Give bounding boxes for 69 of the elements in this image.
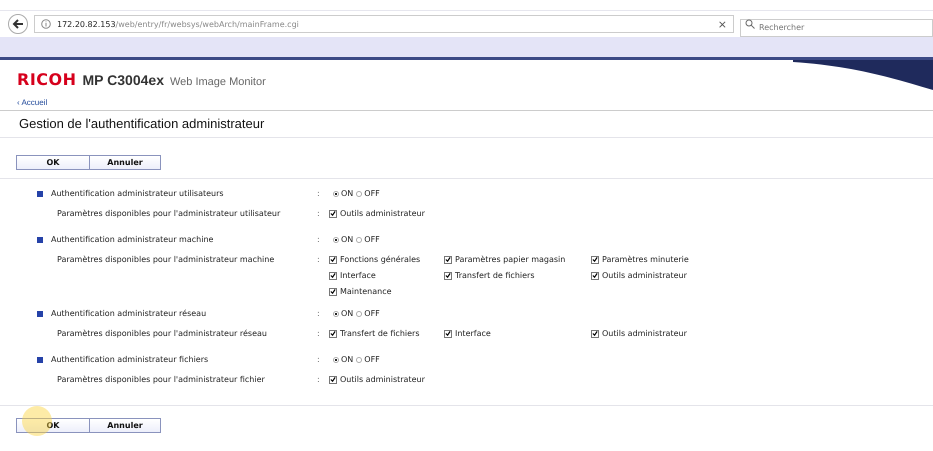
colon-separator: : (317, 209, 321, 218)
bullet-icon (37, 310, 43, 316)
checkmark-icon (330, 272, 336, 279)
checkbox-option[interactable]: Maintenance (329, 287, 444, 296)
page-title: Gestion de l'authentification administrateur (19, 116, 266, 131)
checkbox-option[interactable]: Transfert de fichiers (444, 271, 591, 280)
colon-separator: : (317, 329, 321, 338)
setting-label: Authentification administrateur réseau (51, 309, 206, 318)
colon-separator: : (317, 255, 321, 264)
bullet-icon (37, 236, 43, 242)
setting-label: Authentification administrateur fichiers (51, 355, 208, 364)
checkmark-icon (330, 288, 336, 295)
checkbox-option[interactable]: Outils administrateur (329, 209, 444, 218)
radio-option[interactable]: OFF (356, 309, 380, 318)
clear-button[interactable]: × (718, 18, 727, 30)
colon-separator: : (317, 309, 321, 318)
setting-sublabel: Paramètres disponibles pour l'administrateur fichier (57, 375, 265, 384)
checkbox-option[interactable]: Outils administrateur (591, 329, 741, 338)
form-button[interactable]: OK (16, 155, 89, 170)
checkmark-icon (330, 330, 336, 337)
checkmark-icon (330, 210, 336, 217)
setting-label: Authentification administrateur utilisateurs (51, 189, 224, 198)
checkmark-icon (592, 272, 598, 279)
address-bar[interactable]: 172.20.82.153/web/entry/fr/websys/webArch/mainFrame.cgi × (34, 15, 734, 33)
model-name: MP C3004ex (82, 72, 164, 88)
form-button[interactable]: Annuler (89, 155, 161, 170)
radio-option[interactable]: ON (333, 189, 354, 198)
checkbox-option[interactable]: Interface (444, 329, 591, 338)
colon-separator: : (317, 235, 321, 244)
checkbox-option[interactable]: Transfert de fichiers (329, 329, 444, 338)
brand-logo: RICOH (17, 70, 77, 89)
checkbox-option[interactable]: Interface (329, 271, 444, 280)
checkmark-icon (592, 256, 598, 263)
checkbox-option[interactable]: Outils administrateur (329, 375, 444, 384)
radio-option[interactable]: OFF (356, 355, 380, 364)
checkmark-icon (445, 272, 451, 279)
checkmark-icon (445, 330, 451, 337)
back-arrow-icon (12, 18, 24, 30)
setting-sublabel: Paramètres disponibles pour l'administrateur machine (57, 255, 274, 264)
url-text: 172.20.82.153/web/entry/fr/websys/webArch/mainFrame.cgi (57, 20, 300, 28)
home-link[interactable]: ‹ Accueil (17, 98, 48, 107)
back-button[interactable] (8, 14, 28, 34)
radio-option[interactable]: OFF (356, 189, 380, 198)
colon-separator: : (317, 355, 321, 364)
checkbox-option[interactable]: Outils administrateur (591, 271, 741, 280)
bullet-icon (37, 356, 43, 362)
checkmark-icon (592, 330, 598, 337)
radio-option[interactable]: ON (333, 235, 354, 244)
form-button[interactable]: Annuler (89, 418, 161, 433)
bullet-icon (37, 190, 43, 196)
setting-label: Authentification administrateur machine (51, 235, 214, 244)
checkmark-icon (330, 256, 336, 263)
checkbox-option[interactable]: Paramètres minuterie (591, 255, 741, 264)
search-field[interactable]: Rechercher (740, 18, 933, 36)
checkbox-option[interactable]: Paramètres papier magasin (444, 255, 591, 264)
form-button[interactable]: OK (16, 418, 89, 433)
setting-sublabel: Paramètres disponibles pour l'administrateur utilisateur (57, 209, 280, 218)
checkmark-icon (445, 256, 451, 263)
setting-sublabel: Paramètres disponibles pour l'administrateur réseau (57, 329, 267, 338)
search-icon (745, 19, 755, 29)
radio-option[interactable]: ON (333, 355, 354, 364)
checkmark-icon (330, 376, 336, 383)
colon-separator: : (317, 189, 321, 198)
info-icon (41, 19, 51, 29)
product-name: Web Image Monitor (170, 76, 266, 88)
colon-separator: : (317, 375, 321, 384)
radio-option[interactable]: OFF (356, 235, 380, 244)
radio-option[interactable]: ON (333, 309, 354, 318)
checkbox-option[interactable]: Fonctions générales (329, 255, 444, 264)
